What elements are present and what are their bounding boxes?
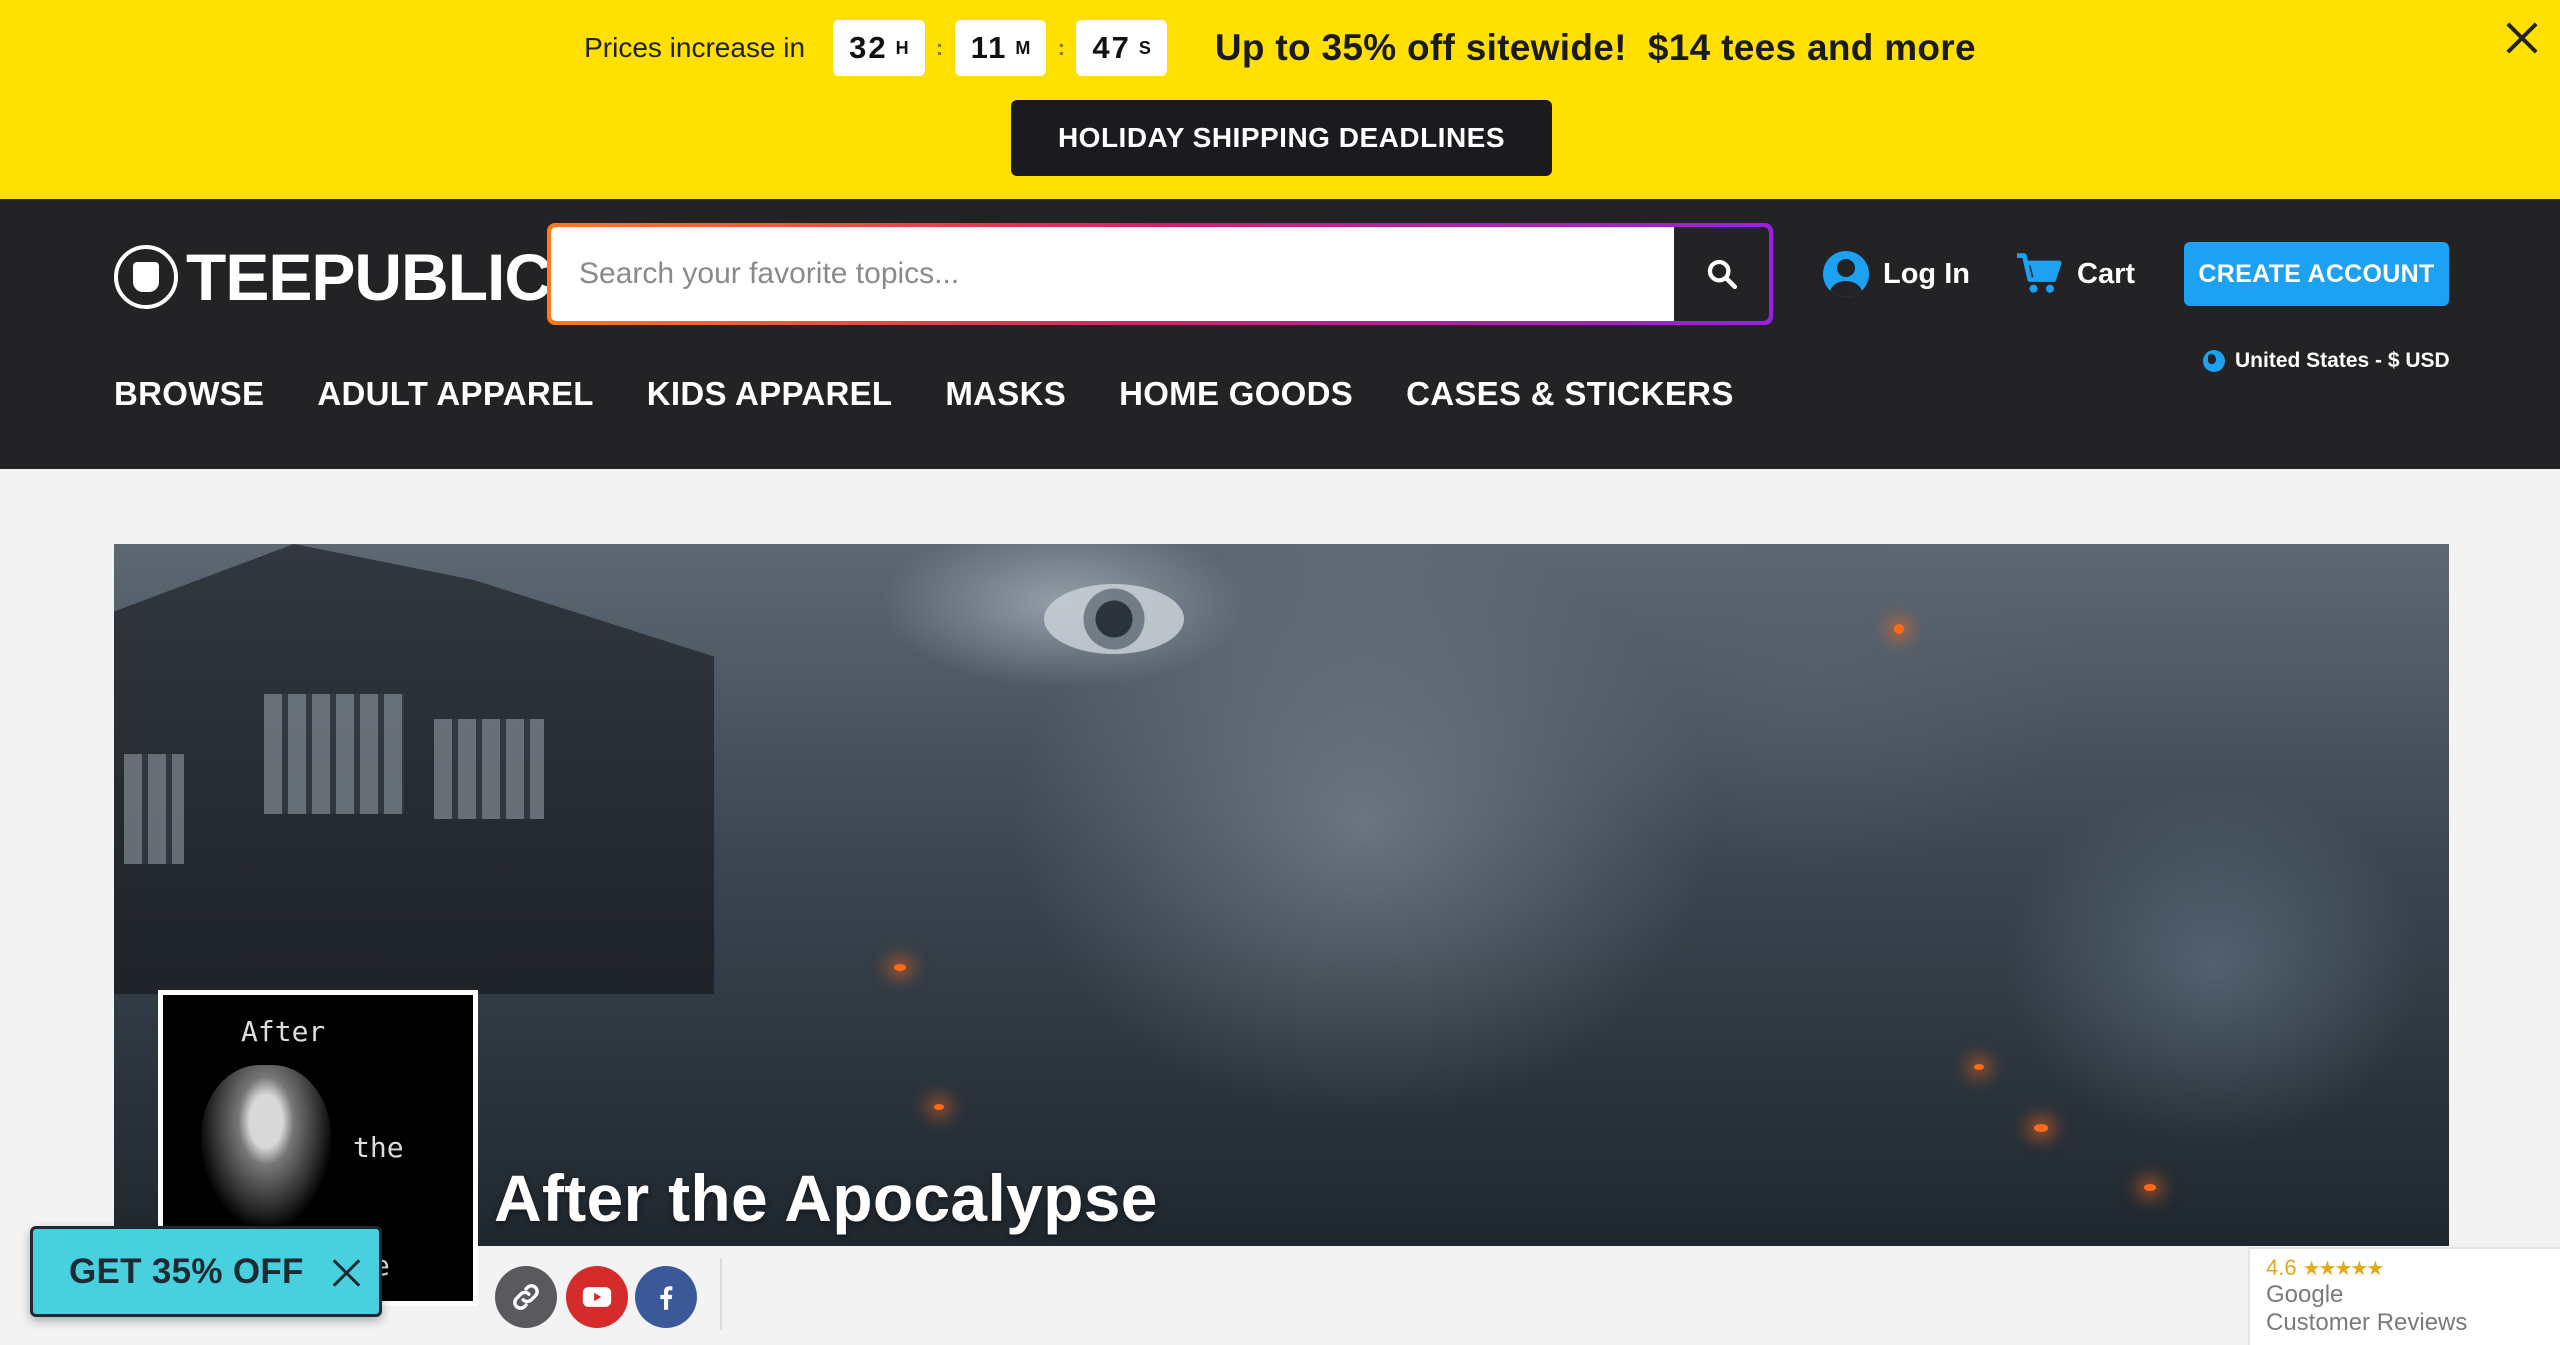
promo-close-icon[interactable] [2502,18,2542,58]
countdown-minutes-unit: M [1015,37,1031,58]
avatar-portrait [201,1065,331,1225]
cart-icon [2017,253,2062,293]
promo-bar: Prices increase in 32 H : 11 M : 47 S Up… [0,0,2560,199]
discount-widget[interactable]: GET 35% OFF [30,1226,382,1317]
countdown-seconds-unit: S [1138,37,1151,58]
banner-house-silhouette [114,544,714,994]
banner-window [264,694,404,814]
countdown-hours-value: 32 [849,30,888,65]
facebook-icon [660,1286,673,1310]
discount-close-icon[interactable] [329,1255,365,1291]
prices-increase-label: Prices increase in [584,32,806,63]
share-link-button[interactable] [495,1266,557,1328]
countdown-hours: 32 H [833,20,925,76]
link-icon [513,1284,539,1310]
search-button[interactable] [1674,227,1769,321]
nav-item-browse[interactable]: BROWSE [114,375,264,413]
banner-ember [1974,1064,1984,1070]
nav-item-kids-apparel[interactable]: KIDS APPAREL [647,375,893,413]
countdown-minutes: 11 M [954,20,1047,76]
tshirt-logo-icon [114,245,178,309]
search-input[interactable] [551,227,1674,321]
google-rating: 4.6 [2266,1255,2297,1280]
login-label: Log In [1883,257,1970,290]
discount-label: GET 35% OFF [69,1251,304,1291]
youtube-button[interactable] [566,1266,628,1328]
countdown-hours-unit: H [895,37,909,58]
customer-reviews-label: Customer Reviews [2266,1309,2468,1336]
cart-link[interactable]: Cart [2015,249,2135,299]
countdown-seconds: 47 S [1076,20,1167,76]
locale-selector[interactable]: United States - $ USD [2203,349,2450,373]
avatar-word-the: the [353,1131,404,1164]
teepublic-logo[interactable]: TEEPUBLIC [114,240,552,314]
banner-window [434,719,544,819]
search-bar [547,223,1773,325]
google-rating-row: 4.6 ★★★★★ [2266,1255,2544,1281]
banner-ember [2144,1184,2156,1191]
banner-ember [2034,1124,2048,1132]
holiday-shipping-button[interactable]: HOLIDAY SHIPPING DEADLINES [1011,100,1552,176]
promo-row: Prices increase in 32 H : 11 M : 47 S Up… [0,20,2560,76]
site-header: TEEPUBLIC Log In Cart CREATE ACCOUNT Uni… [0,199,2560,469]
search-inner [551,227,1769,321]
create-account-button[interactable]: CREATE ACCOUNT [2184,242,2449,306]
user-icon [1823,251,1869,297]
youtube-icon [582,1287,612,1307]
promo-headline: Up to 35% off sitewide! $14 tees and mor… [1214,27,1976,68]
search-icon [1707,259,1737,290]
store-title: After the Apocalypse [494,1161,1158,1235]
banner-eye [1044,584,1184,654]
star-rating-icon: ★★★★★ [2302,1257,2385,1280]
nav-item-adult-apparel[interactable]: ADULT APPAREL [317,375,593,413]
countdown-seconds-value: 47 [1092,30,1131,65]
google-label: Google [2266,1281,2344,1308]
avatar-word-after: After [241,1015,326,1048]
nav-item-home-goods[interactable]: HOME GOODS [1119,375,1353,413]
nav-item-masks[interactable]: MASKS [945,375,1066,413]
banner-ember [894,964,906,971]
countdown-separator: : [1057,35,1066,60]
strip-divider [720,1258,722,1330]
countdown-minutes-value: 11 [970,30,1008,65]
globe-icon [2203,350,2225,372]
countdown-separator: : [935,35,944,60]
cart-label: Cart [2077,257,2136,290]
login-link[interactable]: Log In [1823,249,1970,299]
logo-text: TEEPUBLIC [186,240,552,314]
google-reviews-badge[interactable]: 4.6 ★★★★★ Google Customer Reviews [2248,1247,2560,1345]
facebook-button[interactable] [635,1266,697,1328]
banner-ember [1894,624,1904,634]
main-nav: BROWSE ADULT APPAREL KIDS APPAREL MASKS … [114,375,1734,413]
banner-ember [934,1104,944,1110]
banner-window [124,754,184,864]
nav-item-cases-stickers[interactable]: CASES & STICKERS [1406,375,1734,413]
locale-label: United States - $ USD [2235,349,2450,372]
